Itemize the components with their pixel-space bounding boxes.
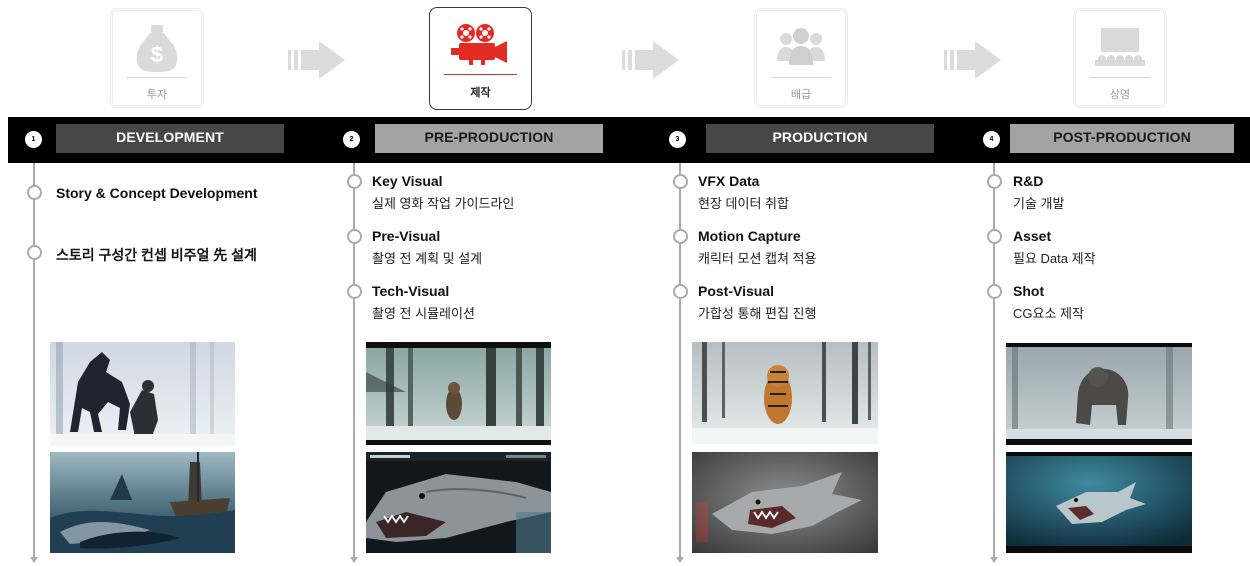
timeline-arrow-icon — [30, 557, 38, 563]
item-title: Pre-Visual — [372, 228, 441, 244]
timeline-dot — [673, 284, 688, 299]
stage-card-screening: 상영 — [1073, 8, 1167, 108]
timeline-dot — [987, 284, 1002, 299]
stage-card-investment: $ 투자 — [110, 8, 204, 108]
timeline-line — [679, 163, 681, 560]
timeline-arrow-icon — [676, 557, 684, 563]
stage-label: 투자 — [146, 89, 168, 101]
phase-title-development: DEVELOPMENT — [56, 124, 284, 153]
vfx-tiger-snow-image — [692, 342, 878, 444]
item-description: 촬영 전 시뮬레이션 — [372, 306, 475, 321]
item-description: 캐릭터 모션 캡쳐 적용 — [698, 251, 817, 266]
timeline-line — [353, 163, 355, 560]
svg-text:$: $ — [151, 42, 163, 67]
timeline-dot — [27, 185, 42, 200]
item-title: VFX Data — [698, 173, 760, 189]
card-divider — [444, 74, 517, 75]
timeline-dot — [673, 229, 688, 244]
concept-art-horseman-image — [50, 342, 235, 446]
item-description: 촬영 전 계획 및 설계 — [372, 251, 483, 266]
item-title: 스토리 구성간 컨셉 비주얼 先 설계 — [56, 247, 257, 263]
stage-card-production: 제작 — [429, 7, 532, 110]
timeline-dot — [673, 174, 688, 189]
phase-title-pre-production: PRE-PRODUCTION — [375, 124, 603, 153]
timeline-arrow-icon — [350, 557, 358, 563]
item-title: Story & Concept Development — [56, 185, 258, 201]
card-divider — [771, 77, 831, 78]
item-title: Tech-Visual — [372, 283, 450, 299]
timeline-arrow-icon — [990, 557, 998, 563]
card-divider — [1090, 77, 1150, 78]
phase-number-badge: 1 — [25, 131, 42, 148]
item-title: Post-Visual — [698, 283, 774, 299]
item-description: 기술 개발 — [1013, 196, 1065, 211]
item-title: R&D — [1013, 173, 1044, 189]
stage-label: 제작 — [470, 87, 491, 99]
timeline-dot — [347, 174, 362, 189]
composite-bear-fog-image — [1006, 343, 1192, 445]
phase-title-production: PRODUCTION — [706, 124, 934, 153]
flow-arrow-icon — [944, 41, 1001, 79]
film-camera-icon — [430, 16, 531, 72]
item-description: CG요소 제작 — [1013, 306, 1084, 321]
key-visual-tiger-forest-image — [366, 342, 551, 445]
phase-title-post-production: POST-PRODUCTION — [1010, 124, 1234, 153]
timeline-dot — [347, 229, 362, 244]
timeline-dot — [347, 284, 362, 299]
stage-label: 배급 — [790, 89, 812, 101]
people-group-icon — [757, 19, 845, 75]
money-bag-icon: $ — [113, 19, 201, 75]
timeline-dot — [987, 174, 1002, 189]
item-description: 가합성 통해 편집 진행 — [698, 306, 817, 321]
stage-card-distribution: 배급 — [754, 8, 848, 108]
item-description: 현장 데이터 취합 — [698, 196, 789, 211]
item-title: Shot — [1013, 283, 1045, 299]
cinema-screen-icon — [1076, 19, 1164, 75]
post-visual-shark-model-image — [692, 452, 878, 553]
flow-arrow-icon — [288, 41, 345, 79]
phase-number-badge: 2 — [343, 131, 360, 148]
stage-label: 상영 — [1109, 89, 1131, 101]
item-description: 실제 영화 작업 가이드라인 — [372, 196, 515, 211]
composite-shark-underwater-image — [1006, 452, 1192, 553]
concept-art-sea-monster-image — [50, 452, 235, 553]
tech-visual-shark-render-image — [366, 452, 551, 553]
item-description: 필요 Data 제작 — [1013, 251, 1096, 266]
timeline-line — [33, 163, 35, 560]
item-title: Key Visual — [372, 173, 443, 189]
phase-number-badge: 3 — [669, 131, 686, 148]
phase-number-badge: 4 — [983, 131, 1000, 148]
timeline-line — [993, 163, 995, 560]
item-title: Motion Capture — [698, 228, 801, 244]
flow-arrow-icon — [622, 41, 679, 79]
timeline-dot — [27, 245, 42, 260]
card-divider — [127, 77, 187, 78]
timeline-dot — [987, 229, 1002, 244]
item-title: Asset — [1013, 228, 1052, 244]
